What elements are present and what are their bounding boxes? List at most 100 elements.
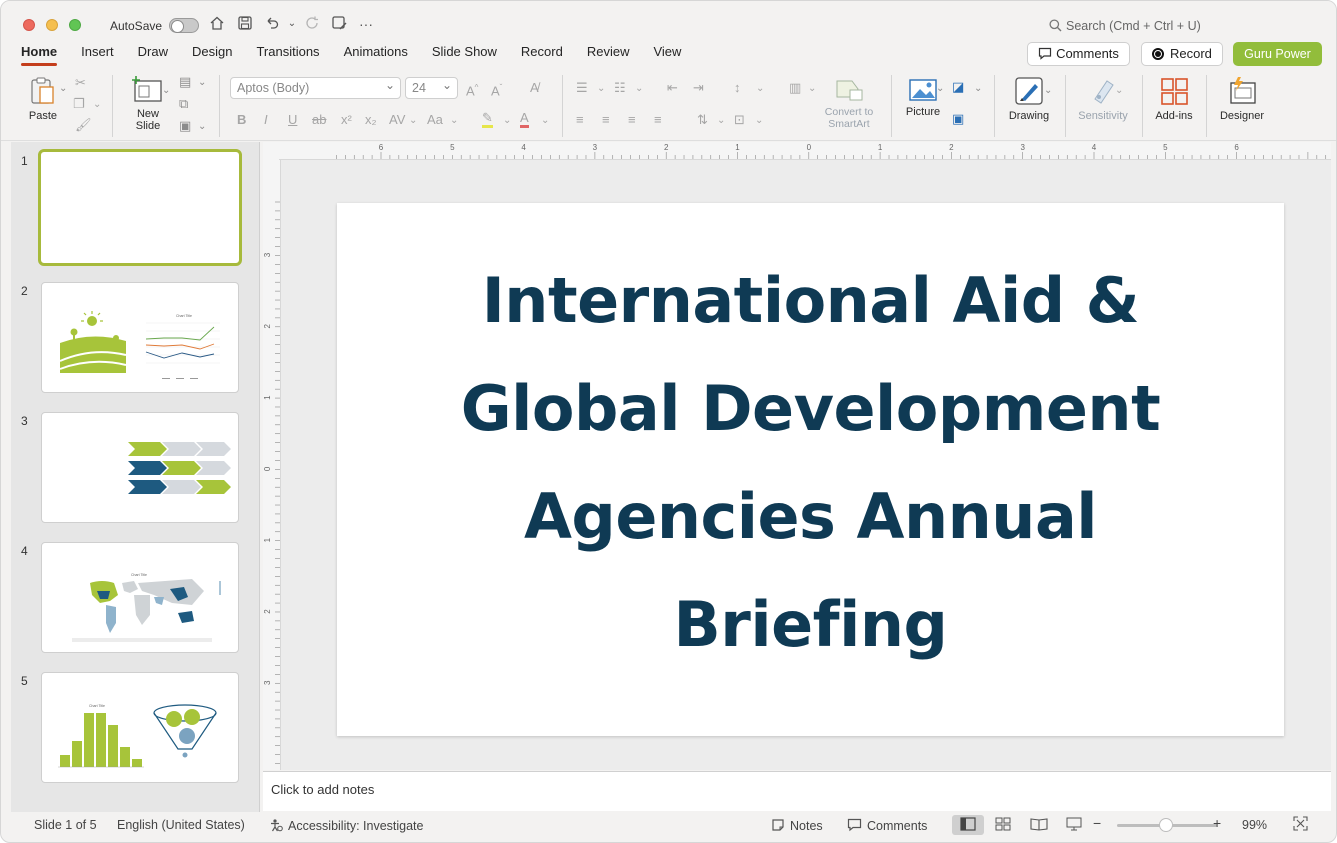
thumbnail-slide-4[interactable]: Chart Title <box>41 542 239 653</box>
thumbnail-slide-2[interactable]: Chart Title <box>41 282 239 393</box>
slide-thumbnails-pane[interactable]: 1 2 Chart Title 3 4 Chart Title 5 Chart … <box>11 142 260 812</box>
reading-view-icon[interactable] <box>1030 817 1048 834</box>
underline-icon[interactable]: U <box>288 112 297 128</box>
font-name-combo[interactable]: Aptos (Body) <box>230 75 401 99</box>
layout-icon[interactable]: ▤ <box>179 74 191 90</box>
cut-icon[interactable]: ✂ <box>75 75 86 91</box>
strikethrough-icon[interactable]: ab <box>312 112 326 128</box>
tab-transitions[interactable]: Transitions <box>256 44 319 66</box>
align-text-icon[interactable]: ⊡ <box>734 112 745 128</box>
change-case-icon[interactable]: Aa <box>427 112 443 128</box>
text-direction-chevron-icon[interactable]: ⌄ <box>717 113 725 129</box>
search-box[interactable]: Search (Cmd + Ctrl + U) <box>1049 19 1201 33</box>
zoom-out-icon[interactable]: − <box>1093 815 1101 831</box>
columns-icon[interactable]: ▥ <box>789 80 801 96</box>
zoom-in-icon[interactable]: + <box>1213 815 1221 831</box>
shapes-icon[interactable]: ◪ <box>952 79 964 95</box>
convert-to-smartart-button[interactable]: Convert to SmartArt <box>817 77 881 130</box>
tab-draw[interactable]: Draw <box>138 44 168 66</box>
sensitivity-chevron-icon[interactable]: ⌄ <box>1115 83 1123 99</box>
numbering-icon[interactable]: ☷ <box>614 80 626 96</box>
paste-button[interactable]: Paste <box>23 75 63 122</box>
normal-view-icon[interactable] <box>960 817 976 834</box>
text-box-icon[interactable]: ▣ <box>952 111 964 127</box>
record-button[interactable]: Record <box>1141 42 1223 66</box>
tab-view[interactable]: View <box>653 44 681 66</box>
thumbnail-slide-1[interactable] <box>38 149 242 266</box>
notes-toggle-button[interactable]: Notes <box>771 818 823 833</box>
minimize-window-button[interactable] <box>46 19 58 31</box>
redo-icon[interactable] <box>303 15 321 33</box>
bold-icon[interactable]: B <box>237 112 246 128</box>
paste-chevron-icon[interactable]: ⌄ <box>59 81 67 97</box>
italic-icon[interactable]: I <box>264 112 268 128</box>
vertical-ruler[interactable]: 3 2 1 0 1 2 3 <box>263 160 281 770</box>
horizontal-ruler[interactable]: 6 5 4 3 2 1 0 1 2 3 4 5 6 <box>279 142 1331 160</box>
bullets-chevron-icon[interactable]: ⌄ <box>597 81 605 97</box>
tab-slide-show[interactable]: Slide Show <box>432 44 497 66</box>
autosave-toggle[interactable] <box>169 18 199 33</box>
fit-to-window-icon[interactable] <box>1293 816 1308 834</box>
align-center-icon[interactable]: ≡ <box>602 112 610 128</box>
section-icon[interactable]: ▣ <box>179 118 191 134</box>
notes-pane[interactable]: Click to add notes <box>263 771 1331 811</box>
tab-home[interactable]: Home <box>21 44 58 66</box>
slide-title-text[interactable]: International Aid & Global Development A… <box>397 247 1224 679</box>
decrease-font-size-icon[interactable]: Aˇ <box>491 80 502 99</box>
highlight-icon[interactable]: ✎ <box>482 111 493 128</box>
align-text-chevron-icon[interactable]: ⌄ <box>755 113 763 129</box>
close-window-button[interactable] <box>23 19 35 31</box>
comments-toggle-button[interactable]: Comments <box>847 818 927 833</box>
add-ins-button[interactable]: Add-ins <box>1151 75 1197 122</box>
thumbnail-slide-3[interactable] <box>41 412 239 523</box>
comments-button[interactable]: Comments <box>1027 42 1130 66</box>
line-spacing-chevron-icon[interactable]: ⌄ <box>756 81 764 97</box>
zoom-level[interactable]: 99% <box>1242 818 1267 832</box>
zoom-window-button[interactable] <box>69 19 81 31</box>
tab-design[interactable]: Design <box>192 44 232 66</box>
format-painter-icon[interactable]: 🖌 <box>75 117 92 133</box>
shapes-chevron-icon[interactable]: ⌄ <box>974 81 982 97</box>
drawing-chevron-icon[interactable]: ⌄ <box>1044 83 1052 99</box>
line-spacing-icon[interactable]: ↕ <box>734 80 741 96</box>
thumbnail-slide-5[interactable]: Chart Title <box>41 672 239 783</box>
current-slide[interactable]: International Aid & Global Development A… <box>337 203 1284 736</box>
undo-dropdown-chevron-icon[interactable]: ⌄ <box>283 15 301 33</box>
highlight-chevron-icon[interactable]: ⌄ <box>503 113 511 129</box>
increase-font-size-icon[interactable]: A^ <box>466 80 478 99</box>
justify-icon[interactable]: ≡ <box>654 112 662 128</box>
align-left-icon[interactable]: ≡ <box>576 112 584 128</box>
layout-chevron-icon[interactable]: ⌄ <box>198 75 206 91</box>
copy-icon[interactable]: ❐ <box>73 96 85 112</box>
sensitivity-button[interactable]: Sensitivity <box>1073 75 1133 122</box>
language-indicator[interactable]: English (United States) <box>117 818 245 832</box>
character-spacing-chevron-icon[interactable]: ⌄ <box>409 113 417 129</box>
save-icon[interactable] <box>236 15 254 33</box>
reset-slide-icon[interactable]: ⧉ <box>179 96 188 112</box>
font-size-combo[interactable]: 24 <box>405 75 458 99</box>
tab-insert[interactable]: Insert <box>81 44 114 66</box>
tab-record[interactable]: Record <box>521 44 563 66</box>
designer-button[interactable]: Designer <box>1216 75 1268 122</box>
text-direction-icon[interactable]: ⇅ <box>697 112 708 128</box>
section-chevron-icon[interactable]: ⌄ <box>198 119 206 135</box>
copy-chevron-icon[interactable]: ⌄ <box>93 97 101 113</box>
bullets-icon[interactable]: ☰ <box>576 80 588 96</box>
character-spacing-icon[interactable]: AV <box>389 112 405 128</box>
columns-chevron-icon[interactable]: ⌄ <box>808 81 816 97</box>
tab-review[interactable]: Review <box>587 44 630 66</box>
guru-power-button[interactable]: Guru Power <box>1233 42 1322 66</box>
slide-show-view-icon[interactable] <box>1066 817 1082 834</box>
decrease-indent-icon[interactable]: ⇤ <box>667 80 678 96</box>
superscript-icon[interactable]: x² <box>341 112 352 128</box>
numbering-chevron-icon[interactable]: ⌄ <box>635 81 643 97</box>
clear-formatting-icon[interactable]: A̸ <box>530 80 539 96</box>
save-as-icon[interactable] <box>330 15 348 33</box>
undo-icon[interactable] <box>263 15 281 33</box>
slide-sorter-view-icon[interactable] <box>995 817 1011 834</box>
home-icon[interactable] <box>208 15 226 33</box>
zoom-slider-thumb[interactable] <box>1159 818 1173 832</box>
picture-chevron-icon[interactable]: ⌄ <box>936 81 944 97</box>
new-slide-chevron-icon[interactable]: ⌄ <box>162 83 170 99</box>
subscript-icon[interactable]: x₂ <box>365 112 377 128</box>
